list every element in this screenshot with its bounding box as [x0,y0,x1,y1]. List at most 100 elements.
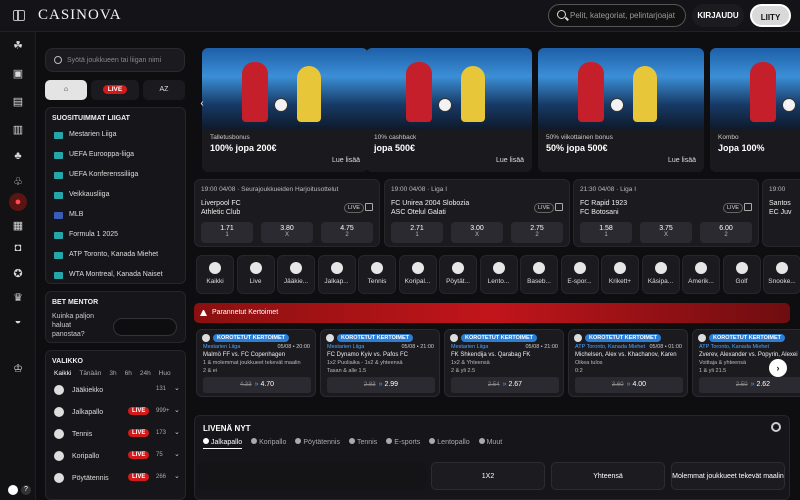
sport-category[interactable]: Amerik... [682,255,720,294]
league-item[interactable]: WTA Montreal, Kanada Naiset [46,265,185,285]
search-input[interactable]: Pelit, kategoriat, pelintarjoajat [548,4,686,27]
odds-button[interactable]: 4.75 2 [321,222,373,243]
live-tab[interactable]: Muut [478,438,502,449]
match-card[interactable]: 21:30 04/08 · Liga I FC Rapid 1923 FC Boto… [573,179,759,247]
promo-card[interactable]: Talletusbonus 100% jopa 200€ Lue lisää [202,48,368,172]
sport-category[interactable]: Snooke... [763,255,800,294]
promo-card[interactable]: 10% cashback jopa 500€ Lue lisää [366,48,532,172]
live-tab[interactable]: Koripallo [251,438,286,449]
boost-odds-button[interactable]: 2.50» 2.62 [699,377,800,393]
boost-odds-button[interactable]: 4.33» 4.70 [203,377,311,393]
boost-card[interactable]: KOROTETUT KERTOIMET Mestarien Liiga 05/08 … [320,329,440,397]
live-tab[interactable]: E-sports [386,438,420,449]
boost-bar[interactable]: Parannetut Kertoimet [194,303,790,323]
sport-category[interactable]: Koripal... [398,255,437,294]
stats-icon[interactable] [744,203,752,211]
boost-card[interactable]: KOROTETUT KERTOIMET Mestarien Liiga 05/08 … [196,329,316,397]
odds-button[interactable]: 2.71 1 [391,222,443,243]
cards-icon[interactable]: ♣ [12,150,24,162]
menu-tab[interactable]: Huo [159,370,171,377]
odds-button[interactable]: 1.71 1 [201,222,253,243]
read-more-link[interactable]: Lue lisää [332,157,360,164]
sport-category[interactable]: Baseb... [520,255,558,294]
chevron-down-icon[interactable]: ⌄ [174,472,180,480]
live-tab[interactable]: Tennis [348,438,377,449]
live-tab[interactable]: Pöytätennis [295,438,340,449]
odds-button[interactable]: 1.58 1 [580,222,632,243]
menu-tab[interactable]: Kaikki [54,370,71,377]
boost-odds-button[interactable]: 3.60» 4.00 [575,377,683,393]
trophy-icon[interactable]: ♛ [12,292,24,304]
league-item[interactable]: UEFA Eurooppa-liiga [46,145,185,165]
menu-sport-row[interactable]: Jalkapallo LIVE 999+ ⌄ [46,401,185,423]
odds-icon[interactable]: ▦ [12,220,24,232]
chevron-down-icon[interactable]: ⌄ [174,406,180,414]
chevron-down-icon[interactable]: ⌄ [174,384,180,392]
sport-category[interactable]: Live [236,255,275,294]
live-tab[interactable]: Lentopallo [429,438,470,449]
promo-card[interactable]: 50% viikottainen bonus 50% jopa 500€ Lue l… [538,48,704,172]
sport-category[interactable]: Jääkie... [277,255,315,294]
news-icon[interactable]: ▥ [12,124,24,136]
promo-next-arrow[interactable]: › [781,97,795,111]
sport-category[interactable]: Jalkap... [317,255,356,294]
stats-icon[interactable] [365,203,373,211]
league-item[interactable]: Mestarien Liiga [46,125,185,145]
menu-sport-row[interactable]: Jääkiekko 131 ⌄ [46,379,185,401]
league-search-input[interactable]: Syötä joukkueen tai liigan nimi [45,48,185,72]
odds-button[interactable]: 2.75 2 [511,222,563,243]
live-filter-button[interactable]: LIVE [91,80,139,100]
sport-category[interactable]: E-spor... [560,255,599,294]
match-card[interactable]: 19:00 04/08 · Seurajoukkueiden Harjoitus… [194,179,380,247]
league-item[interactable]: MLB [46,205,185,225]
home-filter-button[interactable]: ⌂ [45,80,87,100]
read-more-link[interactable]: Lue lisää [668,157,696,164]
chart-icon[interactable]: ◒ [12,315,24,327]
menu-tab[interactable]: Tänään [79,370,101,377]
sport-category[interactable]: Lento... [479,255,518,294]
odds-button[interactable]: 6.00 2 [700,222,752,243]
award-icon[interactable]: ✪ [12,268,24,280]
menu-sport-row[interactable]: Tennis LIVE 173 ⌄ [46,423,185,445]
read-more-link[interactable]: Lue lisää [496,157,524,164]
help-icon[interactable]: ? [21,485,31,495]
sport-category[interactable]: Pöytät... [439,255,477,294]
match-card[interactable]: 19:00 Santos EC Juv [762,179,800,247]
sidebar-toggle-icon[interactable] [13,10,25,21]
clover-icon[interactable]: ♧ [12,176,24,188]
gift-icon[interactable]: ▣ [12,68,24,80]
market-header[interactable]: 1X2 [431,462,545,490]
az-filter-button[interactable]: AZ [143,80,185,100]
ticket-icon[interactable]: ◘ [12,242,24,254]
sport-category[interactable]: Krikett+ [601,255,639,294]
sport-category[interactable]: Golf [722,255,761,294]
sport-category[interactable]: Kaikki [196,255,234,294]
boost-card[interactable]: KOROTETUT KERTOIMET ATP Toronto, Kanada M… [568,329,688,397]
league-item[interactable]: Formula 1 2025 [46,225,185,245]
odds-button[interactable]: 3.80 X [261,222,313,243]
boost-next-arrow[interactable]: › [769,359,787,377]
match-card[interactable]: 19:00 04/08 · Liga I FC Unirea 2004 Slobo… [384,179,570,247]
sport-category[interactable]: Käsipa... [641,255,680,294]
logo[interactable]: CASINOVA [38,7,122,24]
login-button[interactable]: KIRJAUDU [692,4,744,27]
menu-tab[interactable]: 6h [125,370,132,377]
odds-button[interactable]: 3.00 X [451,222,503,243]
menu-tab[interactable]: 3h [109,370,116,377]
menu-sport-row[interactable]: Koripallo LIVE 75 ⌄ [46,445,185,467]
league-item[interactable]: UEFA Konferenssiliiga [46,165,185,185]
league-item[interactable]: Veikkausliiga [46,185,185,205]
league-item[interactable]: ATP Toronto, Kanada Miehet [46,245,185,265]
market-header[interactable]: Molemmat joukkueet tekevät maalin [671,462,785,490]
language-flag-icon[interactable] [8,485,18,495]
boost-odds-button[interactable]: 2.83» 2.99 [327,377,435,393]
menu-sport-row[interactable]: Pöytätennis LIVE 266 ⌄ [46,467,185,489]
chevron-down-icon[interactable]: ⌄ [174,450,180,458]
menu-tab[interactable]: 24h [140,370,151,377]
boost-card[interactable]: KOROTETUT KERTOIMET Mestarien Liiga 05/08 … [444,329,564,397]
boost-odds-button[interactable]: 2.54» 2.67 [451,377,559,393]
palm-tree-icon[interactable]: ☘ [12,40,24,52]
chevron-down-icon[interactable]: ⌄ [174,428,180,436]
join-button[interactable]: LIITY [750,4,791,27]
market-header[interactable]: Yhteensä [551,462,665,490]
